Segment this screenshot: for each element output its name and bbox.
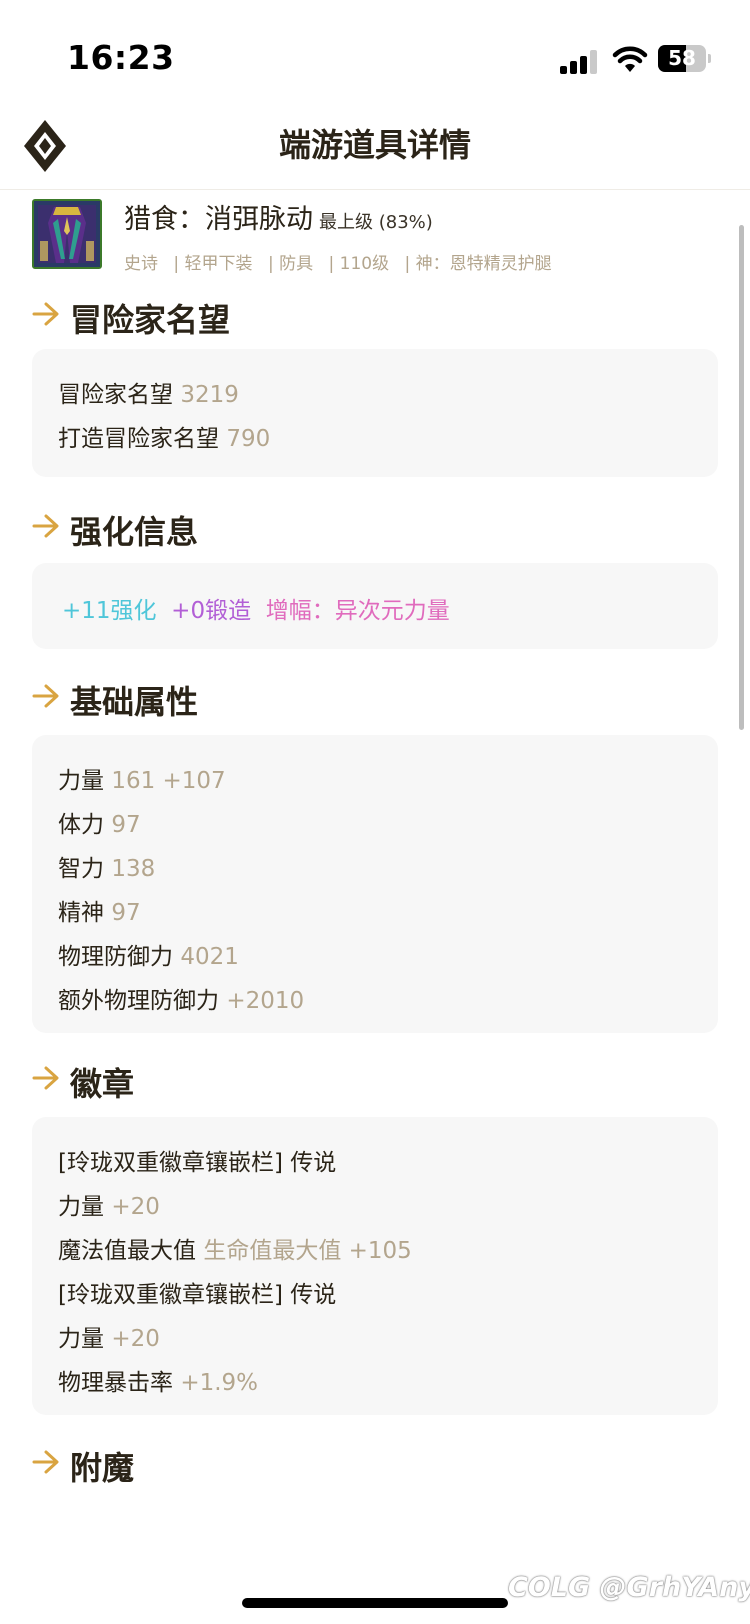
item-header: 猎食：消弭脉动 最上级 (83%) 史诗 | 轻甲下装 | 防具 | 110级 |… [32, 199, 712, 279]
section-label: 强化信息 [70, 513, 199, 551]
watermark: COLG @GrhYAnyu [508, 1572, 750, 1603]
legging-armor-icon [32, 199, 102, 269]
section-label: 冒险家名望 [70, 301, 231, 339]
attr-line: 力量 161 +107 [58, 768, 226, 794]
fame-line: 打造冒险家名望 790 [58, 426, 271, 452]
status-bar: 16:23 58 [0, 0, 750, 100]
arrow-right-icon [32, 1066, 59, 1090]
battery-icon: 58 [658, 45, 711, 72]
nav-bar: 端游道具详情 [0, 100, 750, 190]
attr-line: 体力 97 [58, 812, 141, 838]
cellular-signal-icon [560, 50, 600, 74]
item-title-row: 猎食：消弭脉动 最上级 (83%) [124, 197, 433, 236]
fame-card: 冒险家名望 3219 打造冒险家名望 790 [32, 349, 718, 477]
status-time: 16:23 [67, 38, 175, 77]
emblem-line: 魔法值最大值 生命值最大值 +105 [58, 1238, 412, 1264]
wifi-icon [612, 44, 648, 74]
battery-level: 58 [668, 46, 696, 70]
item-tag-god: | 神：恩特精灵护腿 [404, 254, 552, 274]
emblem-line: 力量 +20 [58, 1326, 160, 1352]
arrow-right-icon [32, 1450, 59, 1474]
arrow-right-icon [32, 684, 59, 708]
item-tag-rarity: 史诗 [124, 254, 158, 274]
attr-line: 精神 97 [58, 900, 141, 926]
section-label: 附魔 [70, 1449, 135, 1487]
item-tag-category: | 防具 [267, 254, 314, 274]
item-tag-level: | 110级 [328, 254, 390, 274]
forge-value: +0锻造 [171, 598, 252, 624]
page-title: 端游道具详情 [278, 126, 471, 164]
attr-line: 物理防御力 4021 [58, 944, 239, 970]
item-tags: 史诗 | 轻甲下装 | 防具 | 110级 | 神：恩特精灵护腿 [124, 249, 562, 274]
home-indicator[interactable] [242, 1598, 508, 1608]
amplify-value: 增幅：异次元力量 [265, 598, 450, 624]
item-tag-type: | 轻甲下装 [173, 254, 253, 274]
scrollbar[interactable] [739, 225, 744, 730]
attr-line: 额外物理防御力 +2010 [58, 988, 305, 1014]
arrow-right-icon [32, 302, 59, 326]
arrow-right-icon [32, 514, 59, 538]
section-label: 徽章 [70, 1065, 135, 1103]
item-grade: 最上级 (83%) [319, 212, 433, 233]
reinforce-value: +11强化 [62, 598, 157, 624]
attr-line: 智力 138 [58, 856, 156, 882]
enhance-line: +11强化 +0锻造 增幅：异次元力量 [62, 591, 450, 625]
emblem-line: 力量 +20 [58, 1194, 160, 1220]
emblem-line: [玲珑双重徽章镶嵌栏] 传说 [58, 1282, 337, 1308]
base-attr-card: 力量 161 +107 体力 97 智力 138 精神 97 物理防御力 402… [32, 735, 718, 1033]
item-name: 猎食：消弭脉动 [124, 204, 313, 235]
enhance-card: +11强化 +0锻造 增幅：异次元力量 [32, 563, 718, 649]
emblem-line: 物理暴击率 +1.9% [58, 1370, 259, 1396]
fame-line: 冒险家名望 3219 [58, 382, 239, 408]
emblem-line: [玲珑双重徽章镶嵌栏] 传说 [58, 1150, 337, 1176]
emblem-card: [玲珑双重徽章镶嵌栏] 传说 力量 +20 魔法值最大值 生命值最大值 +105… [32, 1117, 718, 1415]
section-label: 基础属性 [70, 683, 199, 721]
